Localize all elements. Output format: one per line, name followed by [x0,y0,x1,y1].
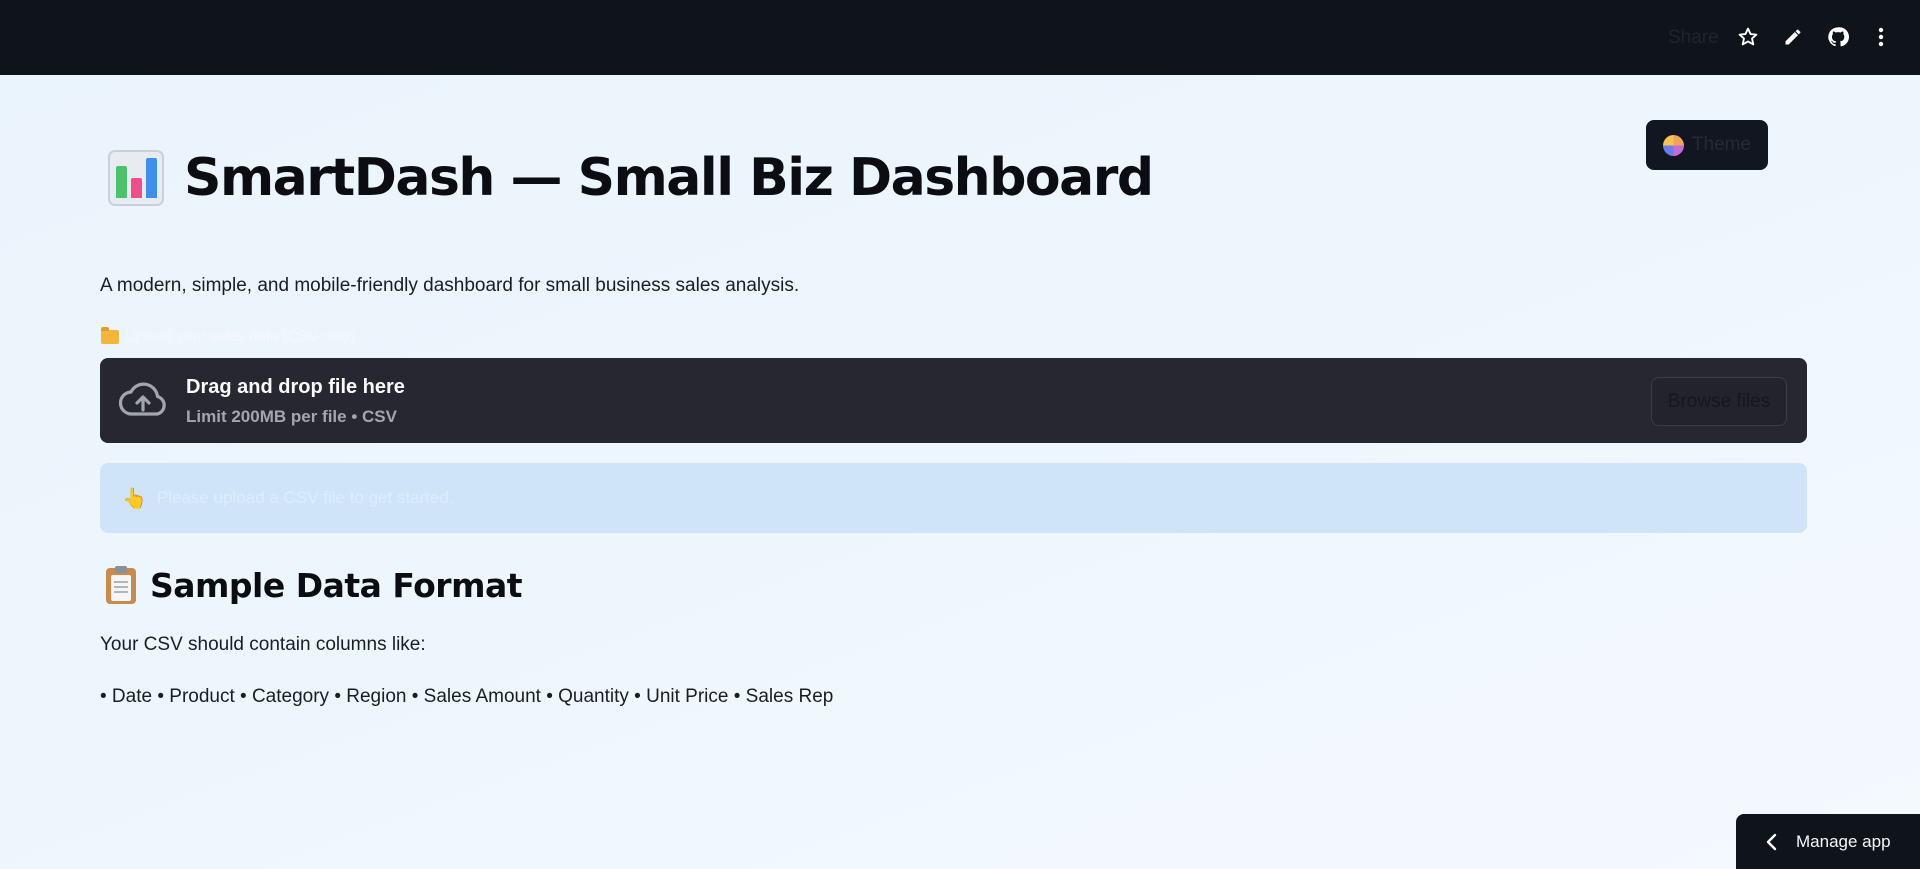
info-alert: 👆 Please upload a CSV file to get starte… [100,463,1807,533]
star-icon[interactable] [1735,24,1761,50]
file-dropzone[interactable]: Drag and drop file here Limit 200MB per … [100,358,1807,443]
page-title-row: SmartDash — Small Biz Dashboard [108,146,1154,210]
sample-section-title: Sample Data Format [150,566,523,605]
info-alert-text: Please upload a CSV file to get started. [156,488,454,507]
sample-section-header: Sample Data Format [106,565,523,605]
uploader-label: Upload your sales data (CSV only) [101,326,356,345]
pencil-icon[interactable] [1780,24,1806,50]
theme-button-label: Theme [1691,134,1752,155]
folder-icon [101,326,119,344]
manage-app-button[interactable]: Manage app [1736,814,1920,869]
page-title: SmartDash — Small Biz Dashboard [184,148,1154,208]
cloud-upload-icon [118,382,166,416]
dropzone-subtitle: Limit 200MB per file • CSV [186,407,397,426]
page-subtitle: A modern, simple, and mobile-friendly da… [100,275,800,296]
chevron-left-icon [1766,833,1777,850]
share-button[interactable]: Share [1668,27,1719,49]
csv-columns-note: Your CSV should contain columns like: [100,634,426,655]
theme-palette-icon [1662,134,1684,156]
more-vert-icon[interactable] [1868,24,1894,50]
theme-button[interactable]: Theme [1646,120,1768,170]
browse-files-button[interactable]: Browse files [1651,377,1787,426]
bar-chart-icon [108,150,164,206]
clipboard-icon [106,565,136,604]
csv-columns-list: • Date • Product • Category • Region • S… [100,686,834,707]
uploader-label-text: Upload your sales data (CSV only) [125,328,356,345]
github-icon[interactable] [1825,24,1851,50]
pointing-hand-icon: 👆 [122,486,147,510]
top-bar: Share [0,0,1920,75]
manage-app-label: Manage app [1796,831,1891,851]
dropzone-title: Drag and drop file here [186,376,405,398]
